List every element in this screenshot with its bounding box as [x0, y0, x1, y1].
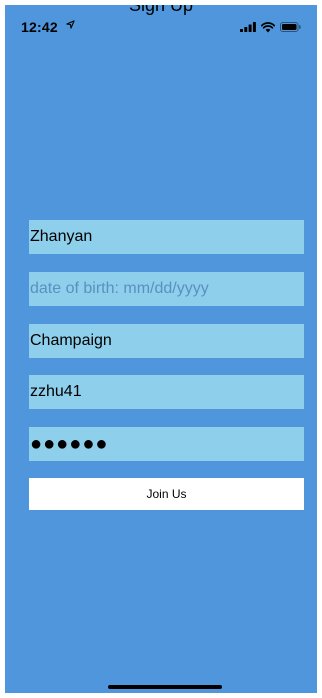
date-of-birth-placeholder: date of birth: mm/dd/yyyy [30, 280, 209, 297]
join-us-button[interactable]: Join Us [29, 478, 304, 510]
city-field[interactable]: Champaign [29, 324, 304, 358]
cellular-signal-icon [240, 22, 256, 32]
home-indicator[interactable] [108, 685, 222, 689]
wifi-icon [261, 21, 275, 32]
join-us-label: Join Us [146, 487, 187, 501]
battery-icon [280, 22, 301, 32]
date-of-birth-field[interactable]: date of birth: mm/dd/yyyy [29, 272, 304, 306]
sign-up-screen: Sign Up 12:42 Zhanyan date of birth: mm/… [5, 5, 317, 693]
name-field-value: Zhanyan [30, 228, 93, 245]
name-field[interactable]: Zhanyan [29, 220, 304, 254]
status-indicators [240, 21, 301, 33]
username-field[interactable]: zzhu41 [29, 375, 304, 409]
status-time: 12:42 [21, 19, 58, 35]
status-bar: 12:42 [5, 5, 317, 45]
password-field-value: ●●●●●● [30, 433, 109, 455]
city-field-value: Champaign [30, 332, 112, 349]
location-arrow-icon [66, 20, 75, 29]
password-field[interactable]: ●●●●●● [29, 427, 304, 461]
username-field-value: zzhu41 [30, 383, 82, 400]
